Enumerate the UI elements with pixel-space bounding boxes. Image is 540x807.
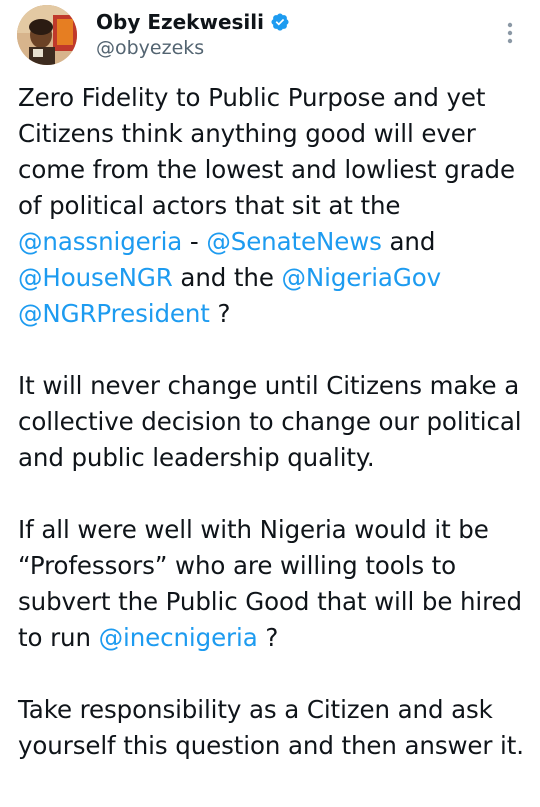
author-handle[interactable]: @obyezeks (96, 36, 204, 60)
tweet-paragraph-3: If all were well with Nigeria would it b… (18, 512, 533, 656)
tweet-text-segment: ? (209, 299, 231, 328)
tweet-header: Oby Ezekwesili @obyezeks (0, 0, 540, 72)
tweet-text-segment: and (381, 227, 436, 256)
mention-senatenews[interactable]: @SenateNews (206, 227, 382, 256)
tweet-text-segment: - (182, 227, 207, 256)
more-options-button[interactable] (498, 18, 522, 48)
tweet-paragraph-2: It will never change until Citizens make… (18, 371, 522, 472)
tweet-text-segment: Zero Fidelity to Public Purpose and yet … (18, 83, 515, 220)
author-name[interactable]: Oby Ezekwesili (96, 10, 290, 34)
tweet-text-segment: and the (172, 263, 282, 292)
mention-nigeriagov[interactable]: @NigeriaGov (281, 263, 441, 292)
tweet-paragraph-4: Take responsibility as a Citizen and ask… (18, 695, 524, 760)
mention-ngrpresident[interactable]: @NGRPresident (18, 299, 210, 328)
author-avatar[interactable] (17, 5, 77, 65)
author-name-text[interactable]: Oby Ezekwesili (96, 10, 264, 34)
tweet-paragraph-1: Zero Fidelity to Public Purpose and yet … (18, 80, 533, 332)
mention-housengr[interactable]: @HouseNGR (18, 263, 173, 292)
profile-photo-icon (17, 5, 77, 65)
tweet-text: Zero Fidelity to Public Purpose and yet … (18, 80, 533, 764)
tweet-text-segment: ? (257, 623, 279, 652)
mention-nassnigeria[interactable]: @nassnigeria (18, 227, 182, 256)
more-vertical-icon (507, 22, 513, 44)
mention-inecnigeria[interactable]: @inecnigeria (99, 623, 258, 652)
verified-badge-icon (271, 13, 289, 31)
